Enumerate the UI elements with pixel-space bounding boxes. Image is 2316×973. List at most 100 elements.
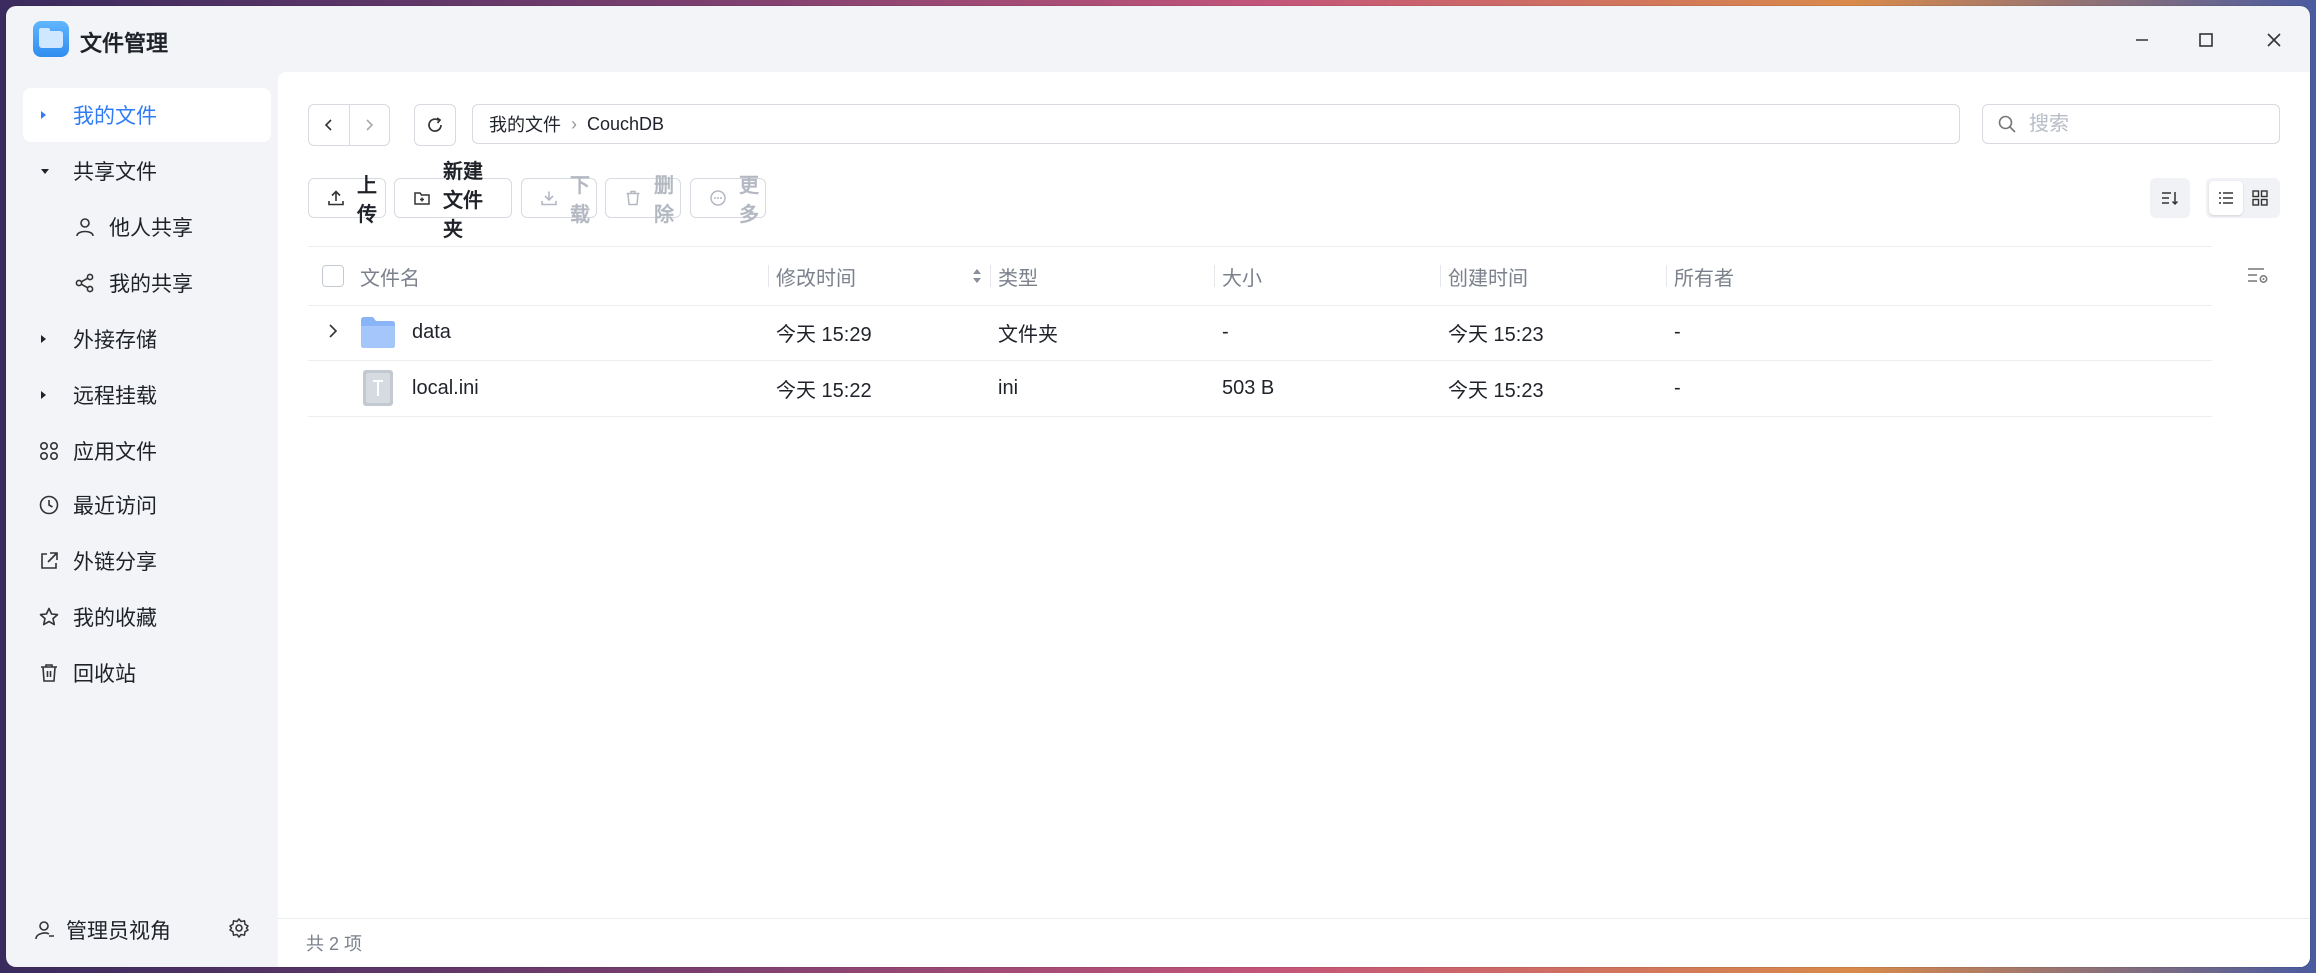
share-icon <box>73 271 97 295</box>
forward-button[interactable] <box>348 105 390 145</box>
sidebar-item-shared-with-me[interactable]: 他人共享 <box>23 200 271 254</box>
download-label: 下载 <box>570 175 590 226</box>
user-admin-icon <box>35 921 54 940</box>
title-bar: 文件管理 <box>6 6 2310 72</box>
file-manager-window: 文件管理 我的文件 共享文件 他人共享 我的共享 外接存储 远程挂载 应用文件 … <box>6 6 2310 967</box>
created-time: 今天 15:23 <box>1448 379 1544 402</box>
file-type: ini <box>998 376 1019 399</box>
breadcrumb-current[interactable]: CouchDB <box>587 114 664 135</box>
column-settings-icon <box>2248 268 2268 283</box>
table-row[interactable]: data 今天 15:29 文件夹 - 今天 15:23 - <box>308 304 2212 361</box>
folder-icon <box>361 317 395 348</box>
sidebar-item-label: 回收站 <box>73 663 136 686</box>
sidebar-item-label: 最近访问 <box>73 495 157 518</box>
sidebar-item-label: 外接存储 <box>73 329 157 352</box>
chevron-right-icon[interactable] <box>326 322 340 340</box>
caret-right-icon <box>41 111 46 119</box>
minimize-button[interactable] <box>2122 20 2162 60</box>
file-type: 文件夹 <box>998 323 1058 346</box>
chevron-right-icon <box>366 119 374 131</box>
list-view-icon <box>2219 192 2233 204</box>
column-header-type[interactable]: 类型 <box>990 247 1038 305</box>
star-icon <box>37 605 61 629</box>
sort-button[interactable] <box>2150 178 2190 218</box>
new-folder-button[interactable]: 新建文件夹 <box>394 161 512 241</box>
file-name: data <box>412 320 451 343</box>
sidebar-item-app-files[interactable]: 应用文件 <box>23 424 271 478</box>
back-button[interactable] <box>309 105 349 145</box>
item-count: 共 2 项 <box>306 934 363 954</box>
column-header-created[interactable]: 创建时间 <box>1440 247 1528 305</box>
column-header-name[interactable]: 文件名 <box>360 247 420 305</box>
sidebar: 我的文件 共享文件 他人共享 我的共享 外接存储 远程挂载 应用文件 最近访问 … <box>6 72 278 967</box>
sidebar-item-favorites[interactable]: 我的收藏 <box>23 590 271 644</box>
trash-icon <box>37 661 61 685</box>
column-header-size[interactable]: 大小 <box>1214 247 1262 305</box>
sidebar-item-label: 外链分享 <box>73 551 157 574</box>
file-size: - <box>1222 320 1229 343</box>
sidebar-item-label: 共享文件 <box>73 161 157 184</box>
upload-label: 上传 <box>357 175 377 226</box>
sidebar-item-link-share[interactable]: 外链分享 <box>23 534 271 588</box>
sidebar-item-label: 他人共享 <box>109 217 193 240</box>
search-input[interactable] <box>2027 111 2261 137</box>
refresh-button[interactable] <box>414 104 456 146</box>
sidebar-item-label: 我的文件 <box>73 105 157 128</box>
modified-time: 今天 15:29 <box>776 323 872 346</box>
column-header-owner[interactable]: 所有者 <box>1666 247 1734 305</box>
delete-button[interactable]: 删除 <box>605 175 681 226</box>
chevron-right-icon: › <box>571 113 577 134</box>
sidebar-item-recent[interactable]: 最近访问 <box>23 478 271 532</box>
caret-down-icon <box>41 168 49 174</box>
column-header-modified[interactable]: 修改时间 <box>768 247 856 305</box>
modified-time: 今天 15:22 <box>776 379 872 402</box>
breadcrumb[interactable]: 我的文件 › CouchDB <box>472 104 1960 144</box>
breadcrumb-root[interactable]: 我的文件 <box>489 111 561 137</box>
maximize-button[interactable] <box>2186 20 2226 60</box>
sidebar-item-external-storage[interactable]: 外接存储 <box>23 312 271 366</box>
clock-icon <box>37 493 61 517</box>
more-label: 更多 <box>739 175 759 226</box>
file-size: 503 B <box>1222 376 1275 399</box>
more-button[interactable]: 更多 <box>690 175 766 226</box>
owner: - <box>1674 320 1681 343</box>
upload-button[interactable]: 上传 <box>308 175 386 226</box>
sidebar-item-recycle-bin[interactable]: 回收站 <box>23 646 271 700</box>
sidebar-item-my-shares[interactable]: 我的共享 <box>23 256 271 310</box>
grid-view-button[interactable] <box>2243 181 2277 215</box>
sidebar-item-label: 应用文件 <box>73 441 157 464</box>
table-header: 文件名 修改时间 类型 大小 创建时间 所有者 <box>308 246 2212 306</box>
sidebar-item-my-files[interactable]: 我的文件 <box>23 88 271 142</box>
new-folder-label: 新建文件夹 <box>443 160 483 241</box>
trash-icon <box>624 189 642 207</box>
user-icon <box>73 215 97 239</box>
select-all-checkbox[interactable] <box>322 265 344 287</box>
admin-view-label: 管理员视角 <box>66 920 171 943</box>
sort-updown-icon[interactable] <box>971 265 983 287</box>
history-nav <box>308 104 390 146</box>
chevron-left-icon <box>324 119 332 131</box>
caret-right-icon <box>41 391 46 399</box>
grid-view-icon <box>2252 190 2268 206</box>
table-row[interactable]: local.ini 今天 15:22 ini 503 B 今天 15:23 - <box>308 360 2212 417</box>
list-view-button[interactable] <box>2209 181 2243 215</box>
main-panel: 我的文件 › CouchDB 上传 新建文件夹 下载 删除 更多 <box>278 72 2310 967</box>
sidebar-item-remote-mount[interactable]: 远程挂载 <box>23 368 271 422</box>
close-icon <box>2267 33 2281 47</box>
close-button[interactable] <box>2254 20 2294 60</box>
column-settings-button[interactable] <box>2246 264 2270 291</box>
settings-button[interactable] <box>228 917 250 944</box>
sidebar-item-shared-files[interactable]: 共享文件 <box>23 144 271 198</box>
admin-view-toggle[interactable]: 管理员视角 <box>34 915 171 945</box>
refresh-icon <box>428 117 442 132</box>
upload-icon <box>327 189 345 207</box>
download-icon <box>540 189 558 207</box>
download-button[interactable]: 下载 <box>521 175 597 226</box>
file-manager-app-icon <box>33 21 69 57</box>
maximize-icon <box>2199 33 2213 47</box>
app-title: 文件管理 <box>80 31 169 56</box>
new-folder-icon <box>413 189 431 207</box>
search-box[interactable] <box>1982 104 2280 144</box>
created-time: 今天 15:23 <box>1448 323 1544 346</box>
sidebar-footer: 管理员视角 <box>6 897 278 967</box>
